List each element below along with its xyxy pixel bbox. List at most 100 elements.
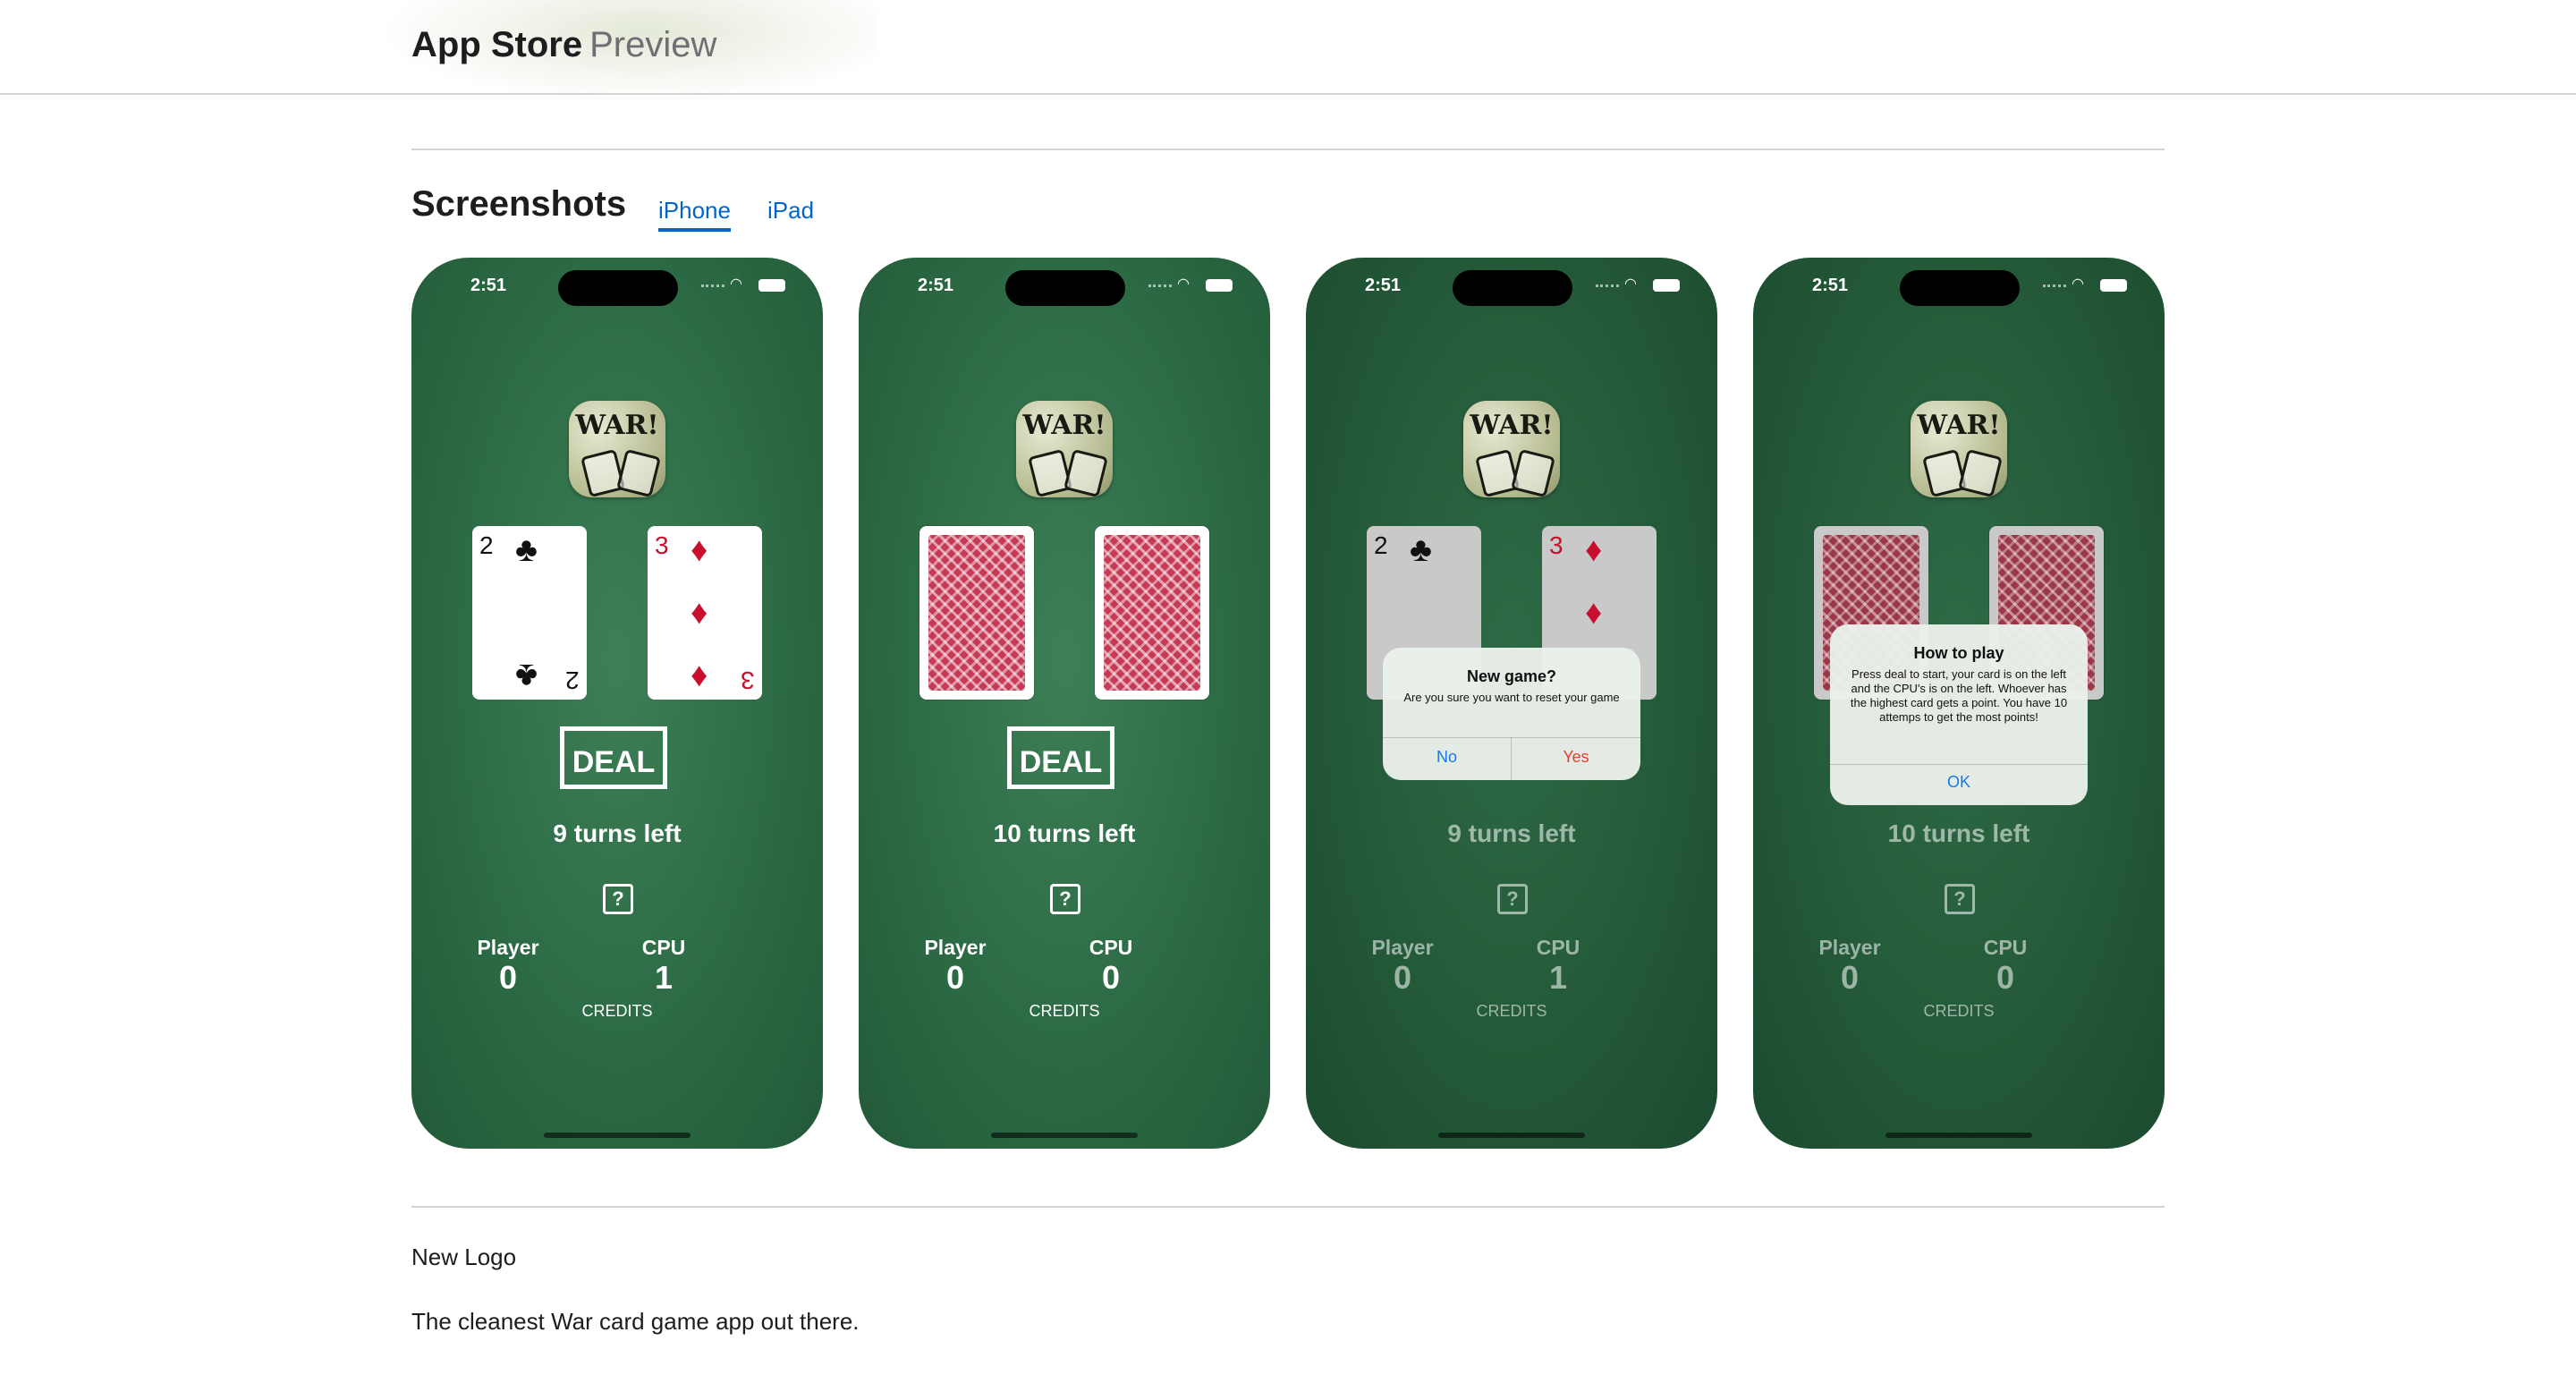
war-logo-text: WAR! [1022,410,1106,441]
logo-card-icon [1063,448,1108,497]
logo-card-icon [580,448,625,497]
wifi-icon: ◠ [1624,276,1637,292]
battery-icon [1206,279,1233,292]
war-logo-text: WAR! [1470,410,1554,441]
war-logo-text: WAR! [1917,410,2001,441]
help-icon[interactable]: ? [1050,884,1080,914]
dynamic-island [558,270,678,306]
signal-icon [2043,284,2066,291]
help-icon[interactable]: ? [1945,884,1975,914]
section-divider-top [411,149,2165,150]
logo-card-icon [1922,448,1967,497]
preview-label: Preview [589,25,717,64]
wifi-icon: ◠ [2072,276,2084,292]
war-logo: WAR! [1911,401,2007,497]
dialog-title: New game? [1466,667,1557,685]
screenshot-3[interactable]: 2:51 ◠ WAR! 2 ♣ 3 ♦ ♦ 9 turns left ? Pla… [1306,258,1717,1149]
screenshot-4[interactable]: 2:51 ◠ WAR! 10 turns left ? Player CPU 0… [1753,258,2165,1149]
signal-icon [1148,284,1172,291]
yes-button[interactable]: Yes [1512,748,1640,767]
signal-icon [701,284,724,291]
cpu-card: 3 ♦ ♦ ♦ 3 [648,526,762,700]
diamond-pip-icon: ♦ [1585,594,1603,632]
player-score: 0 [945,959,965,996]
turns-left: 9 turns left [1447,819,1576,847]
war-logo-text: WAR! [575,410,659,441]
status-time: 2:51 [918,276,954,295]
home-indicator [1885,1133,2032,1138]
new-game-dialog: New game? Are you sure you want to reset… [1383,648,1640,780]
battery-icon [1653,279,1680,292]
signal-icon [1596,284,1619,291]
card-back-pattern [928,535,1025,691]
how-to-play-dialog: How to play Press deal to start, your ca… [1830,624,2088,805]
deal-button[interactable]: DEAL [1007,726,1114,789]
diamond-pip-icon: ♦ [1585,531,1603,569]
card-rank: 3 [655,531,669,559]
help-icon[interactable]: ? [603,884,633,914]
logo-card-icon [1028,448,1072,497]
war-logo: WAR! [1463,401,1560,497]
player-label: Player [924,936,987,959]
club-pip-icon: ♣ [1410,531,1432,569]
home-indicator [1438,1133,1585,1138]
diamond-pip-icon: ♦ [691,594,708,632]
club-pip-icon: ♣ [515,657,538,694]
player-label: Player [1371,936,1434,959]
war-logo: WAR! [569,401,665,497]
cpu-label: CPU [1536,936,1580,959]
turns-left: 10 turns left [1887,819,2030,847]
tab-ipad[interactable]: iPad [767,197,814,225]
dialog-message: Press deal to start, your card is on the… [1850,667,2068,724]
turns-left: 9 turns left [553,819,682,847]
wifi-icon: ◠ [1177,276,1190,292]
player-score: 0 [1840,959,1860,996]
battery-icon [758,279,785,292]
diamond-pip-icon: ♦ [691,531,708,569]
player-label: Player [477,936,539,959]
logo-card-icon [1475,448,1520,497]
credits-link[interactable]: CREDITS [1753,1002,2165,1021]
home-indicator [991,1133,1138,1138]
dialog-message: Are you sure you want to reset your game [1403,691,1620,704]
card-rank: 2 [1374,531,1388,559]
credits-link[interactable]: CREDITS [411,1002,823,1021]
turns-left: 10 turns left [993,819,1136,847]
cpu-label: CPU [1983,936,2028,959]
app-description: The cleanest War card game app out there… [411,1308,860,1335]
no-button[interactable]: No [1383,748,1511,767]
app-store-label: App Store [411,25,583,64]
dialog-divider [1383,737,1640,738]
ok-button[interactable]: OK [1830,773,2088,792]
card-rank: 2 [479,531,494,559]
dialog-divider [1830,764,2088,765]
status-time: 2:51 [1365,276,1402,295]
home-indicator [544,1133,691,1138]
deal-button[interactable]: DEAL [560,726,667,789]
battery-icon [2100,279,2127,292]
section-divider-bottom [411,1206,2165,1208]
credits-link[interactable]: CREDITS [1306,1002,1717,1021]
tab-iphone[interactable]: iPhone [658,197,731,232]
credits-link[interactable]: CREDITS [859,1002,1270,1021]
cpu-score: 1 [1548,959,1568,996]
player-score: 0 [498,959,518,996]
dynamic-island [1453,270,1572,306]
dynamic-island [1900,270,2020,306]
whats-new-text: New Logo [411,1243,517,1270]
club-pip-icon: ♣ [515,531,538,569]
app-store-logo[interactable]: App Store Preview [411,25,716,65]
help-icon[interactable]: ? [1497,884,1528,914]
dialog-title: How to play [1913,644,2004,662]
logo-card-icon [616,448,661,497]
screenshot-2[interactable]: 2:51 ◠ WAR! DEAL 10 turns left ? Player … [859,258,1270,1149]
cpu-score: 1 [654,959,674,996]
war-logo: WAR! [1016,401,1113,497]
player-card-back [919,526,1034,700]
cpu-score: 0 [1101,959,1121,996]
screenshot-1[interactable]: 2:51 ◠ WAR! 2 ♣ ♣ 2 3 ♦ ♦ ♦ 3 DEAL 9 tur… [411,258,823,1149]
cpu-label: CPU [1089,936,1133,959]
card-rank: 3 [741,666,755,694]
card-rank: 3 [1549,531,1563,559]
wifi-icon: ◠ [730,276,742,292]
